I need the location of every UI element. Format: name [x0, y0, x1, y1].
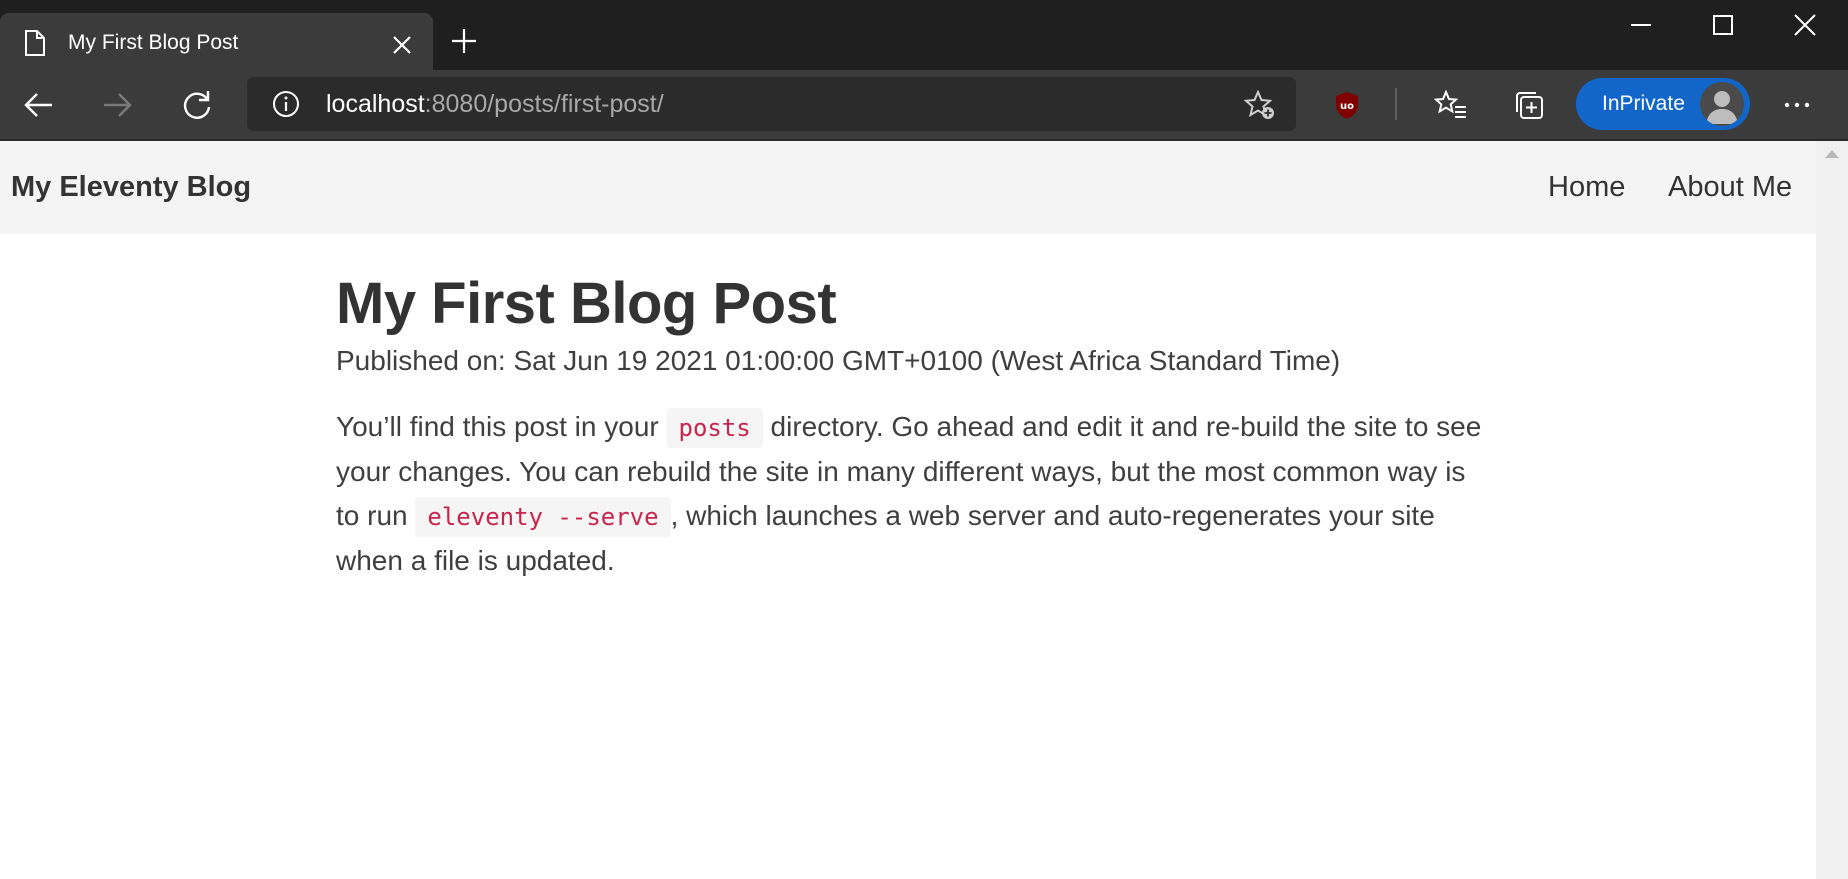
- refresh-icon[interactable]: [180, 88, 214, 122]
- new-tab-icon[interactable]: [450, 27, 478, 55]
- inprivate-button[interactable]: InPrivate: [1576, 78, 1750, 130]
- nav-about-link[interactable]: About Me: [1668, 170, 1792, 204]
- more-icon[interactable]: [1780, 88, 1814, 122]
- browser-toolbar: localhost:8080/posts/first-post/ uo InPr…: [0, 70, 1848, 141]
- info-icon[interactable]: [271, 89, 301, 119]
- inline-code-posts: posts: [666, 408, 763, 448]
- page-viewport: My Eleventy Blog Home About Me My First …: [0, 141, 1848, 879]
- window-close-icon[interactable]: [1792, 12, 1818, 38]
- url-text[interactable]: localhost:8080/posts/first-post/: [326, 90, 664, 118]
- tab-close-icon[interactable]: [391, 34, 413, 56]
- profile-icon: [1706, 91, 1738, 124]
- blog-post: My First Blog Post Published on: Sat Jun…: [336, 271, 1486, 583]
- nav-home-link[interactable]: Home: [1548, 170, 1625, 204]
- url-host: localhost: [326, 90, 425, 118]
- url-path: :8080/posts/first-post/: [424, 90, 664, 118]
- site-header: My Eleventy Blog Home About Me: [0, 141, 1816, 234]
- toolbar-separator: [1395, 88, 1397, 120]
- address-bar[interactable]: localhost:8080/posts/first-post/: [247, 77, 1296, 131]
- inprivate-label: InPrivate: [1602, 92, 1685, 115]
- post-date: Published on: Sat Jun 19 2021 01:00:00 G…: [336, 345, 1341, 376]
- forward-icon[interactable]: [100, 88, 134, 122]
- post-title: My First Blog Post: [336, 271, 837, 336]
- active-tab[interactable]: My First Blog Post: [0, 13, 433, 70]
- maximize-icon[interactable]: [1710, 12, 1736, 38]
- site-title-link[interactable]: My Eleventy Blog: [11, 170, 251, 204]
- avatar: [1700, 82, 1744, 126]
- tab-strip: My First Blog Post: [0, 0, 1848, 70]
- page-icon: [25, 30, 45, 56]
- scroll-up-arrow-icon[interactable]: [1825, 150, 1839, 158]
- add-favorite-icon[interactable]: [1243, 88, 1277, 122]
- vertical-scrollbar[interactable]: [1816, 141, 1848, 879]
- minimize-icon[interactable]: [1628, 12, 1654, 38]
- back-icon[interactable]: [22, 88, 56, 122]
- post-body: You’ll find this post in your posts dire…: [336, 405, 1486, 583]
- favorites-icon[interactable]: [1434, 88, 1468, 122]
- ublock-icon[interactable]: uo: [1330, 88, 1364, 122]
- inline-code-serve: eleventy --serve: [415, 497, 671, 537]
- tab-title: My First Blog Post: [68, 31, 239, 54]
- collections-icon[interactable]: [1512, 88, 1546, 122]
- svg-text:uo: uo: [1340, 101, 1354, 112]
- post-body-text-1: You’ll find this post in your: [336, 411, 667, 442]
